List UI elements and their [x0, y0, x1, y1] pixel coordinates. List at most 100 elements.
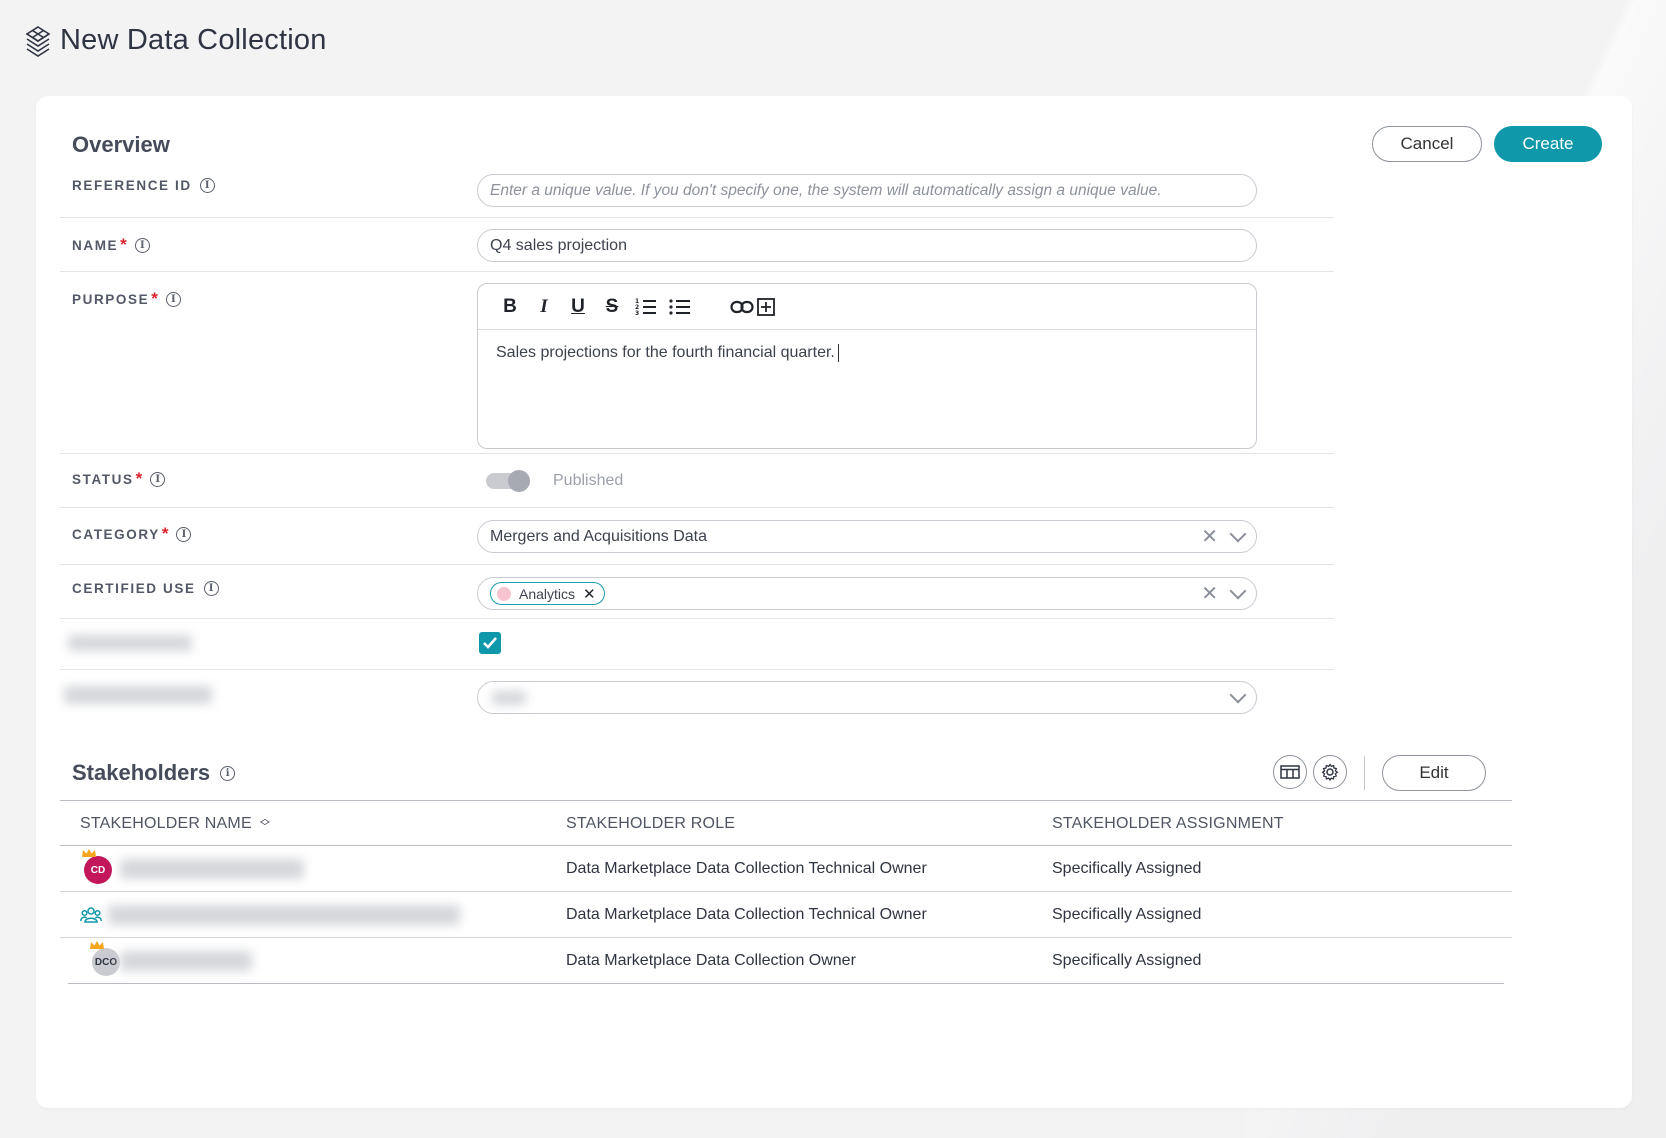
- status-value: Published: [553, 472, 624, 489]
- role-cell: Data Marketplace Data Collection Technic…: [566, 906, 927, 923]
- reference-id-input[interactable]: Enter a unique value. If you don't speci…: [477, 174, 1257, 207]
- table-row[interactable]: Data Marketplace Data Collection Technic…: [60, 892, 1512, 938]
- create-button[interactable]: Create: [1494, 126, 1602, 162]
- redacted-checkbox-row: [60, 619, 1334, 670]
- reference-id-row: REFERENCE ID i Enter a unique value. If …: [60, 162, 1334, 218]
- checkbox[interactable]: [479, 632, 501, 654]
- toolbar-divider: [1364, 756, 1365, 790]
- redacted-value: [492, 691, 526, 705]
- settings-button[interactable]: [1313, 755, 1347, 789]
- info-icon[interactable]: i: [150, 471, 166, 487]
- info-icon[interactable]: i: [220, 765, 236, 781]
- column-header-assignment: STAKEHOLDER ASSIGNMENT: [1052, 815, 1284, 832]
- category-row: CATEGORY * i Mergers and Acquisitions Dat…: [60, 508, 1334, 565]
- chip-label: Analytics: [519, 585, 576, 602]
- certified-use-select[interactable]: Analytics ✕ ✕: [477, 577, 1257, 610]
- reference-id-label: REFERENCE ID i: [72, 178, 215, 193]
- redacted-name: [108, 905, 460, 925]
- info-icon[interactable]: i: [176, 526, 192, 542]
- certified-use-label-text: CERTIFIED USE: [72, 581, 196, 596]
- table-header: STAKEHOLDER NAME ︿ ﹀ STAKEHOLDER ROLE STA…: [60, 800, 1512, 846]
- required-marker: *: [151, 289, 158, 308]
- name-input[interactable]: Q4 sales projection: [477, 229, 1257, 262]
- assignment-cell: Specifically Assigned: [1052, 860, 1202, 877]
- columns-button[interactable]: [1273, 755, 1307, 789]
- purpose-editor: B I U S 123 Sales projections for the fo…: [477, 283, 1257, 449]
- redacted-label: [68, 635, 192, 651]
- stakeholders-title: Stakeholders i: [72, 760, 236, 786]
- edit-button[interactable]: Edit: [1382, 755, 1486, 791]
- column-header-name-text: STAKEHOLDER NAME: [80, 815, 252, 832]
- certified-use-row: CERTIFIED USE i Analytics ✕ ✕: [60, 565, 1334, 619]
- italic-icon[interactable]: I: [532, 295, 556, 319]
- category-select[interactable]: Mergers and Acquisitions Data ✕: [477, 520, 1257, 553]
- strikethrough-icon[interactable]: S: [600, 295, 624, 319]
- crown-icon: [82, 849, 96, 857]
- cancel-button[interactable]: Cancel: [1372, 126, 1482, 162]
- editor-content[interactable]: Sales projections for the fourth financi…: [478, 330, 1256, 376]
- table-row[interactable]: DCO Data Marketplace Data Collection Own…: [68, 938, 1504, 984]
- svg-text:3: 3: [635, 310, 639, 317]
- redacted-select[interactable]: [477, 681, 1257, 714]
- bold-icon[interactable]: B: [498, 295, 522, 319]
- chevron-down-icon[interactable]: [1229, 525, 1247, 542]
- category-value: Mergers and Acquisitions Data: [490, 527, 707, 545]
- clear-icon[interactable]: ✕: [1201, 581, 1218, 606]
- info-icon[interactable]: i: [203, 581, 219, 596]
- avatar-initials: DCO: [94, 956, 118, 968]
- page-title: New Data Collection: [60, 24, 327, 56]
- select-controls: ✕: [1201, 524, 1247, 549]
- editor-toolbar: B I U S 123: [478, 284, 1256, 330]
- redacted-name: [120, 951, 252, 971]
- name-label: NAME * i: [72, 235, 150, 255]
- page-header: New Data Collection: [24, 24, 327, 57]
- info-icon[interactable]: i: [165, 291, 181, 307]
- underline-icon[interactable]: U: [566, 295, 590, 319]
- remove-chip-icon[interactable]: ✕: [583, 585, 596, 603]
- info-icon[interactable]: i: [134, 237, 150, 253]
- avatar-initials: CD: [90, 864, 106, 876]
- link-icon[interactable]: [730, 295, 754, 319]
- redacted-select-row: [60, 670, 1334, 726]
- clear-icon[interactable]: ✕: [1201, 524, 1218, 549]
- purpose-row: PURPOSE * i B I U S 123: [60, 272, 1334, 454]
- bulleted-list-icon[interactable]: [668, 295, 692, 319]
- status-toggle[interactable]: [486, 470, 532, 492]
- reference-id-label-text: REFERENCE ID: [72, 178, 192, 193]
- category-label: CATEGORY * i: [72, 524, 192, 544]
- numbered-list-icon[interactable]: 123: [634, 295, 658, 319]
- required-marker: *: [161, 524, 169, 543]
- column-header-name[interactable]: STAKEHOLDER NAME ︿ ﹀: [80, 801, 270, 847]
- collection-logo-icon: [25, 25, 51, 57]
- overview-title: Overview: [72, 132, 170, 157]
- table-row[interactable]: CD Data Marketplace Data Collection Tech…: [60, 846, 1512, 892]
- category-label-text: CATEGORY: [72, 526, 160, 542]
- purpose-text: Sales projections for the fourth financi…: [496, 344, 835, 362]
- avatar: DCO: [90, 941, 120, 976]
- chevron-down-icon[interactable]: [1229, 686, 1247, 703]
- redacted-label: [64, 686, 212, 704]
- status-label: STATUS * i: [72, 469, 166, 489]
- chip-color-dot: [497, 586, 511, 601]
- stakeholders-title-text: Stakeholders: [72, 760, 211, 785]
- stakeholders-table: STAKEHOLDER NAME ︿ ﹀ STAKEHOLDER ROLE STA…: [60, 800, 1512, 984]
- sort-icon[interactable]: ︿ ﹀: [260, 815, 270, 833]
- name-label-text: NAME: [72, 237, 119, 253]
- assignment-cell: Specifically Assigned: [1052, 906, 1202, 923]
- avatar: CD: [82, 849, 112, 884]
- role-cell: Data Marketplace Data Collection Owner: [566, 952, 856, 969]
- required-marker: *: [135, 469, 143, 488]
- required-marker: *: [120, 235, 127, 254]
- gear-icon: [1321, 763, 1339, 781]
- select-controls: [1229, 686, 1247, 703]
- name-row: NAME * i Q4 sales projection: [60, 218, 1334, 272]
- info-icon[interactable]: i: [199, 178, 215, 193]
- status-label-text: STATUS: [72, 471, 134, 487]
- chevron-down-icon[interactable]: [1229, 582, 1247, 599]
- insert-icon[interactable]: [754, 295, 778, 319]
- form-card: Overview Cancel Create REFERENCE ID i En…: [36, 96, 1632, 1108]
- crown-icon: [90, 941, 104, 949]
- column-header-role: STAKEHOLDER ROLE: [566, 815, 736, 832]
- group-icon: [80, 907, 102, 923]
- table-columns-icon: [1280, 765, 1300, 779]
